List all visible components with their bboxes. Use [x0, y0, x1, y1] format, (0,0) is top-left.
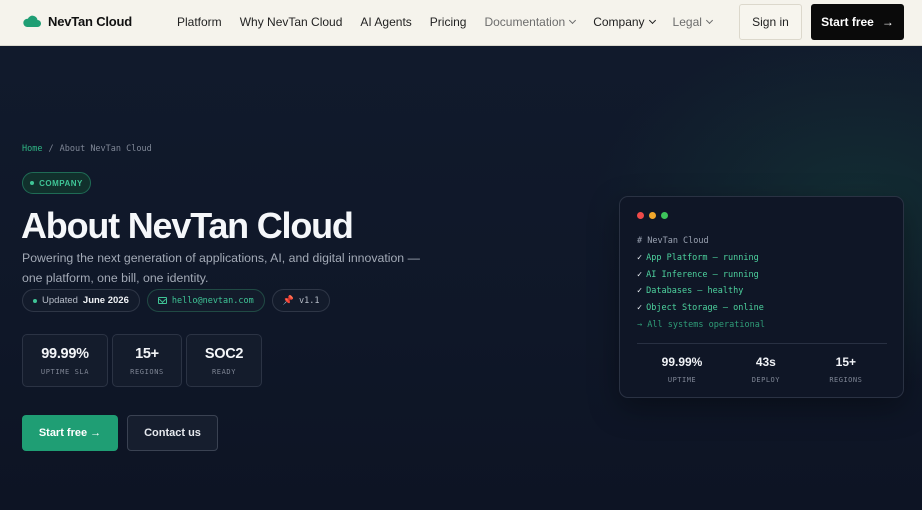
terminal-line-text: App Platform — running	[646, 252, 759, 263]
check-icon: ✓	[637, 252, 643, 263]
terminal-line: ✓ AI Inference — running	[637, 267, 765, 284]
nav-link-why[interactable]: Why NevTan Cloud	[240, 15, 343, 29]
nav-dropdown-label: Legal	[672, 15, 702, 29]
hero-stats: 99.99% UPTIME SLA 15+ REGIONS SOC2 READY	[22, 334, 262, 387]
check-icon: ✓	[637, 286, 643, 297]
email-text: hello@nevtan.com	[171, 295, 254, 306]
main-nav: Platform Why NevTan Cloud AI Agents Pric…	[177, 15, 713, 29]
nav-link-ai-agents[interactable]: AI Agents	[360, 15, 411, 29]
breadcrumb-separator: /	[48, 144, 54, 154]
breadcrumb: Home / About NevTan Cloud	[22, 144, 152, 154]
terminal-stat-label: REGIONS	[829, 376, 863, 384]
updated-date: June 2026	[82, 295, 129, 306]
terminal-lines: # NevTan Cloud ✓ App Platform — running ✓…	[637, 233, 765, 334]
terminal-line-text: AI Inference — running	[646, 269, 759, 280]
nav-dropdown-label: Company	[593, 15, 645, 29]
stat-value: 99.99%	[41, 345, 89, 362]
terminal-stat-value: 99.99%	[661, 355, 703, 369]
stat-value: 15+	[135, 345, 159, 362]
section-badge: COMPANY	[22, 172, 91, 194]
maximize-dot-icon	[661, 212, 668, 219]
stat-card: 99.99% UPTIME SLA	[22, 334, 108, 387]
start-free-button[interactable]: Start free →	[22, 415, 118, 451]
stat-value: SOC2	[204, 345, 244, 362]
terminal-line-text: Databases — healthy	[646, 286, 744, 297]
email-link[interactable]: hello@nevtan.com	[146, 289, 265, 312]
mail-icon	[157, 297, 167, 304]
status-dot-icon	[30, 181, 35, 185]
meta-row: Updated June 2026 hello@nevtan.com 📌 v1.…	[22, 289, 331, 312]
chevron-down-icon	[569, 16, 577, 25]
terminal-stat-value: 43s	[755, 355, 776, 369]
pin-icon: 📌	[282, 295, 294, 306]
brand-name: NevTan Cloud	[48, 13, 133, 29]
nav-dropdown-legal[interactable]: Legal	[672, 15, 713, 29]
terminal-line: ✓ App Platform — running	[637, 250, 765, 267]
stat-label: READY	[211, 367, 237, 376]
terminal-stat-value: 15+	[835, 355, 856, 369]
updated-prefix: Updated	[42, 295, 78, 306]
arrow-right-icon: →	[881, 15, 894, 29]
close-dot-icon	[637, 212, 644, 219]
start-free-nav-button[interactable]: Start free →	[811, 4, 904, 40]
terminal-stat: 43s DEPLOY	[752, 355, 780, 384]
terminal-stat: 15+ REGIONS	[829, 355, 862, 384]
terminal-stat-label: UPTIME	[667, 376, 697, 384]
terminal-stat: 99.99% UPTIME	[662, 355, 703, 384]
terminal-header: # NevTan Cloud	[637, 236, 709, 246]
nav-dropdown-label: Documentation	[484, 15, 566, 29]
nav-link-platform[interactable]: Platform	[177, 15, 222, 29]
terminal-stat-label: DEPLOY	[751, 376, 780, 384]
chevron-down-icon	[705, 16, 713, 25]
terminal-divider	[637, 343, 887, 344]
nav-dropdown-company[interactable]: Company	[593, 15, 656, 29]
sign-in-button[interactable]: Sign in	[739, 4, 802, 40]
breadcrumb-home-link[interactable]: Home	[22, 144, 42, 154]
terminal-status: → All systems operational	[637, 319, 765, 330]
terminal-line-text: Object Storage — online	[646, 303, 764, 314]
page-subtitle: Powering the next generation of applicat…	[22, 251, 420, 285]
status-dot-icon	[33, 298, 37, 303]
chevron-down-icon	[648, 16, 656, 25]
start-free-label: Start free	[821, 15, 874, 29]
check-icon: ✓	[637, 269, 643, 280]
nav-dropdown-documentation[interactable]: Documentation	[484, 15, 577, 29]
stat-label: UPTIME SLA	[40, 367, 90, 376]
cloud-icon	[23, 15, 41, 27]
nav-link-pricing[interactable]: Pricing	[430, 15, 467, 29]
window-controls	[637, 212, 668, 219]
stat-card: 15+ REGIONS	[112, 334, 182, 387]
top-navbar: NevTan Cloud Platform Why NevTan Cloud A…	[0, 0, 922, 46]
status-terminal-card: # NevTan Cloud ✓ App Platform — running ✓…	[619, 196, 904, 398]
minimize-dot-icon	[649, 212, 656, 219]
terminal-line: ✓ Databases — healthy	[637, 283, 765, 300]
check-icon: ✓	[637, 303, 643, 314]
stat-card: SOC2 READY	[186, 334, 262, 387]
stat-label: REGIONS	[130, 367, 164, 376]
contact-us-button[interactable]: Contact us	[127, 415, 218, 451]
page-title: About NevTan Cloud	[21, 205, 354, 246]
terminal-line: ✓ Object Storage — online	[637, 300, 765, 317]
breadcrumb-current: About NevTan Cloud	[59, 144, 152, 154]
terminal-stats: 99.99% UPTIME 43s DEPLOY 15+ REGIONS	[637, 355, 887, 384]
section-badge-label: COMPANY	[39, 178, 83, 188]
brand-logo-link[interactable]: NevTan Cloud	[22, 13, 132, 29]
updated-badge: Updated June 2026	[22, 289, 140, 312]
version-text: v1.1	[298, 295, 320, 306]
version-badge: 📌 v1.1	[271, 289, 331, 312]
